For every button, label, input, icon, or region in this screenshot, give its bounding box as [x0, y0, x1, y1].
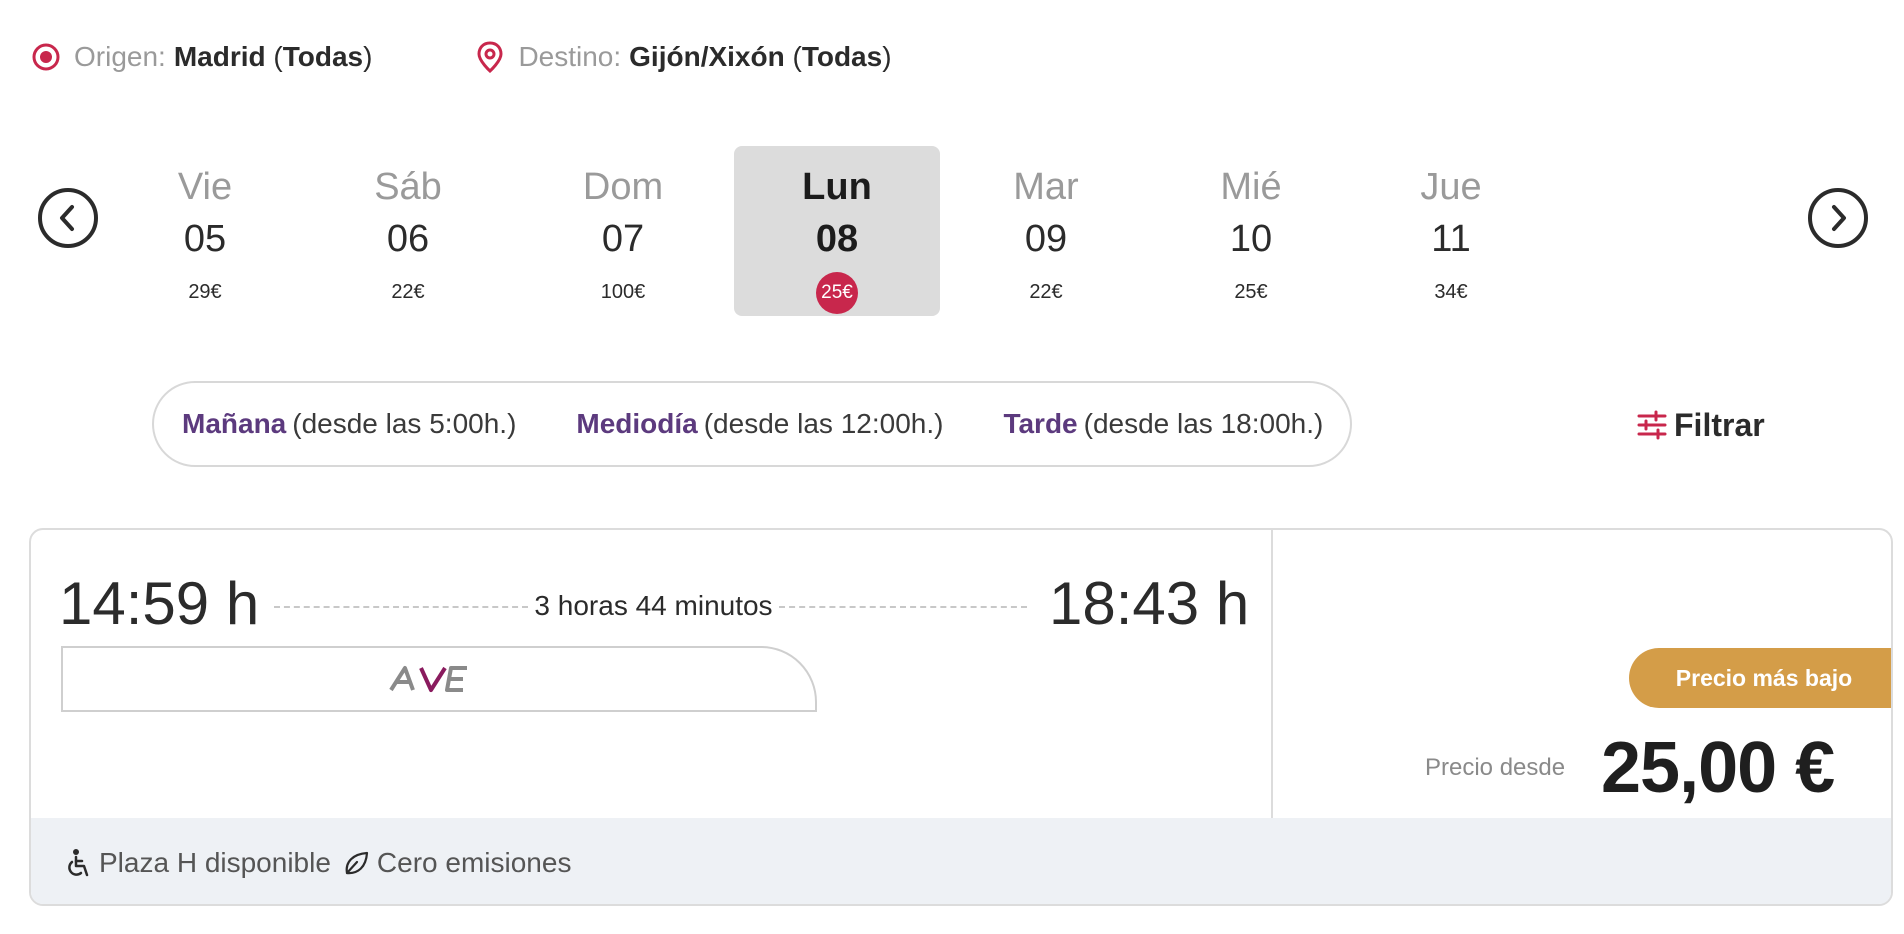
destination-value: Gijón/Xixón: [629, 41, 785, 72]
date-option-dom-07[interactable]: Dom 07 100€: [520, 146, 726, 316]
destination-scope: Todas: [801, 41, 883, 72]
train-schedule: 14:59 h 3 horas 44 minutos 18:43 h: [31, 530, 1273, 818]
date-option-mar-09[interactable]: Mar 09 22€: [943, 146, 1149, 316]
time-filter-label: Mañana: [182, 408, 287, 439]
day-name: Mar: [1013, 166, 1079, 208]
filter-button-label: Filtrar: [1674, 406, 1765, 443]
day-name: Vie: [177, 166, 233, 208]
origin-label: Origen:: [74, 41, 166, 72]
day-name: Lun: [802, 166, 872, 208]
ave-logo-mark: [389, 666, 467, 692]
filter-button[interactable]: Filtrar: [1636, 404, 1765, 446]
leaf-icon: [341, 848, 371, 878]
day-price: 34€: [1434, 281, 1468, 303]
time-filter-label: Mediodía: [576, 408, 698, 439]
departure-time: 14:59 h: [59, 570, 260, 637]
origin: Origen: Madrid (Todas): [30, 41, 372, 73]
destination-label: Destino:: [518, 41, 622, 72]
ave-logo: [387, 664, 491, 694]
day-number: 07: [601, 218, 645, 260]
lowest-price-badge: Precio más bajo: [1629, 648, 1891, 708]
duration-line-left: [274, 606, 528, 608]
day-number: 05: [183, 218, 227, 260]
card-divider: [1271, 530, 1273, 818]
day-price: 100€: [600, 281, 646, 303]
time-filter-hint: (desde las 18:00h.): [1083, 408, 1324, 439]
duration-line-right: [779, 606, 1027, 608]
train-features: Plaza H disponible Cero emisiones: [31, 818, 1891, 904]
time-filter-morning[interactable]: Mañana (desde las 5:00h.): [182, 408, 516, 440]
feature-label: Cero emisiones: [376, 847, 572, 878]
time-filter-evening[interactable]: Tarde (desde las 18:00h.): [1003, 408, 1323, 440]
date-option-lun-08-selected[interactable]: Lun 08 25€: [734, 146, 940, 316]
location-pin-icon: [474, 41, 506, 73]
next-dates-button[interactable]: [1808, 188, 1868, 248]
day-price: 25€: [1234, 281, 1268, 303]
day-name: Dom: [582, 166, 664, 208]
route-summary: Origen: Madrid (Todas) Destino: Gijón/Xi…: [30, 38, 892, 76]
time-of-day-filter: Mañana (desde las 5:00h.) Mediodía (desde …: [152, 381, 1352, 467]
time-filter-hint: (desde las 5:00h.): [292, 408, 517, 439]
previous-dates-button[interactable]: [38, 188, 98, 248]
time-filter-midday[interactable]: Mediodía (desde las 12:00h.): [576, 408, 943, 440]
wheelchair-icon: [63, 848, 93, 878]
date-option-vie-05[interactable]: Vie 05 29€: [102, 146, 308, 316]
origin-scope: Todas: [282, 41, 364, 72]
day-name: Mié: [1220, 166, 1282, 208]
arrival-time: 18:43 h: [1049, 570, 1250, 637]
price-from-label: Precio desde: [1425, 754, 1566, 781]
chevron-right-icon: [1832, 205, 1846, 231]
day-name: Jue: [1420, 166, 1482, 208]
day-price: 22€: [391, 281, 425, 303]
sliders-icon: [1636, 409, 1668, 441]
feature-label: Plaza H disponible: [99, 847, 331, 878]
feature-accessible-seat: Plaza H disponible: [63, 847, 331, 879]
day-price: 29€: [188, 281, 222, 303]
origin-radio-icon: [30, 41, 62, 73]
time-filter-label: Tarde: [1003, 408, 1078, 439]
time-filter-hint: (desde las 12:00h.): [703, 408, 944, 439]
day-price-badge: 25€: [816, 272, 858, 314]
train-product-tag: [61, 646, 817, 712]
day-number: 08: [815, 218, 859, 260]
feature-zero-emissions: Cero emisiones: [341, 847, 572, 879]
day-number: 06: [386, 218, 430, 260]
origin-value: Madrid: [173, 41, 266, 72]
day-number: 09: [1024, 218, 1068, 260]
day-number: 11: [1431, 218, 1471, 260]
chevron-left-icon: [60, 205, 74, 231]
day-name: Sáb: [374, 166, 442, 208]
train-result-card[interactable]: 14:59 h 3 horas 44 minutos 18:43 h Preci…: [29, 528, 1893, 906]
trip-duration: 3 horas 44 minutos: [534, 590, 773, 621]
date-option-mie-10[interactable]: Mié 10 25€: [1148, 146, 1354, 316]
destination: Destino: Gijón/Xixón (Todas): [474, 41, 892, 73]
date-option-sab-06[interactable]: Sáb 06 22€: [305, 146, 511, 316]
price-amount: 25,00 €: [1601, 728, 1835, 808]
date-option-jue-11[interactable]: Jue 11 34€: [1348, 146, 1554, 316]
day-price: 22€: [1029, 281, 1063, 303]
day-number: 10: [1229, 218, 1273, 260]
